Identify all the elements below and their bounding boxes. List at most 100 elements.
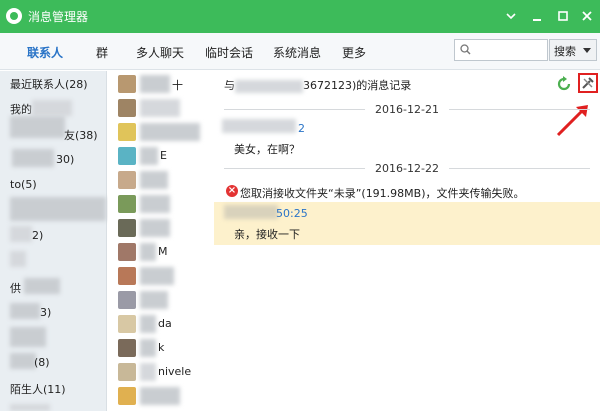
contact-name: E bbox=[160, 149, 167, 162]
list-item[interactable]: 十 bbox=[118, 73, 213, 97]
list-item[interactable]: k bbox=[118, 337, 213, 361]
search-button[interactable]: 搜索 bbox=[549, 39, 597, 61]
list-item[interactable] bbox=[118, 121, 213, 145]
avatar bbox=[118, 363, 136, 381]
message-sender: 50:25 bbox=[276, 207, 308, 220]
redaction-blur bbox=[10, 404, 50, 411]
title-bar: 消息管理器 bbox=[0, 0, 600, 33]
contact-name: M bbox=[158, 245, 168, 258]
redaction-blur bbox=[140, 267, 174, 285]
redaction-blur bbox=[140, 387, 180, 405]
sidebar-item-strangers[interactable]: 陌生人(11) bbox=[10, 381, 66, 397]
caret-down-icon[interactable] bbox=[583, 48, 591, 53]
redaction-blur bbox=[140, 195, 170, 213]
avatar bbox=[118, 339, 136, 357]
tab-more[interactable]: 更多 bbox=[342, 44, 366, 61]
avatar bbox=[118, 75, 136, 93]
settings-tool-icon[interactable] bbox=[578, 73, 598, 93]
date-divider: 2016-12-22 bbox=[224, 162, 590, 175]
redaction-blur bbox=[140, 339, 156, 357]
list-item[interactable]: M bbox=[118, 241, 213, 265]
error-icon: × bbox=[226, 185, 238, 197]
tab-multi-chat[interactable]: 多人聊天 bbox=[136, 44, 184, 61]
maximize-icon[interactable] bbox=[552, 5, 574, 27]
redaction-blur bbox=[10, 226, 32, 242]
redaction-blur bbox=[140, 147, 158, 165]
avatar bbox=[118, 99, 136, 117]
avatar bbox=[118, 123, 136, 141]
redaction-blur bbox=[12, 149, 54, 167]
tab-contacts[interactable]: 联系人 bbox=[27, 44, 63, 61]
chat-header: 与 3672123)的消息记录 bbox=[214, 71, 600, 97]
list-item[interactable] bbox=[118, 289, 213, 313]
sidebar-item-group-3[interactable]: 3) bbox=[40, 306, 51, 319]
sidebar-item-group-8[interactable]: (8) bbox=[34, 356, 50, 369]
contact-name: 十 bbox=[172, 79, 183, 92]
history-title: 与 3672123)的消息记录 bbox=[224, 77, 411, 93]
tab-groups[interactable]: 群 bbox=[96, 44, 108, 61]
message-history-pane: 与 3672123)的消息记录 2016-12-21 2 美女，在啊？ 2016-… bbox=[214, 71, 600, 411]
redaction-blur bbox=[224, 205, 278, 219]
date-label: 2016-12-22 bbox=[365, 162, 449, 175]
redaction-blur bbox=[140, 123, 200, 141]
redaction-blur bbox=[10, 327, 46, 347]
contact-name: k bbox=[158, 341, 165, 354]
search-field[interactable] bbox=[454, 39, 548, 61]
list-item[interactable] bbox=[118, 265, 213, 289]
redaction-blur bbox=[140, 363, 156, 381]
history-title-prefix: 与 bbox=[224, 79, 235, 92]
redaction-blur bbox=[140, 99, 180, 117]
sidebar-item-my[interactable]: 我的 bbox=[10, 101, 32, 117]
list-item[interactable]: da bbox=[118, 313, 213, 337]
close-icon[interactable] bbox=[576, 5, 598, 27]
search-input[interactable] bbox=[475, 42, 545, 58]
sidebar-item-friends[interactable]: 友(38) bbox=[64, 127, 98, 143]
message-text: 美女，在啊？ bbox=[234, 143, 300, 156]
redaction-blur bbox=[235, 79, 303, 93]
sidebar-item-recent[interactable]: 最近联系人(28) bbox=[10, 76, 88, 92]
avatar bbox=[118, 195, 136, 213]
refresh-icon[interactable] bbox=[556, 76, 572, 92]
contact-groups-sidebar: 最近联系人(28) 我的 友(38) 30) to(5) 2) 供 3) (8)… bbox=[0, 71, 107, 411]
redaction-blur bbox=[10, 303, 40, 319]
sidebar-item-supply[interactable]: 供 bbox=[10, 280, 21, 296]
contact-name: da bbox=[158, 317, 172, 330]
list-item[interactable] bbox=[118, 169, 213, 193]
qq-logo-icon bbox=[6, 8, 22, 24]
list-item[interactable]: E bbox=[118, 145, 213, 169]
contact-name: nivele bbox=[158, 365, 192, 378]
date-label: 2016-12-21 bbox=[365, 103, 449, 116]
redaction-blur bbox=[140, 171, 168, 189]
tab-system-messages[interactable]: 系统消息 bbox=[273, 44, 321, 61]
avatar bbox=[118, 243, 136, 261]
list-item[interactable] bbox=[118, 385, 213, 409]
message-text: 您取消接收文件夹“未录”(191.98MB)，文件夹传输失败。 bbox=[240, 187, 525, 200]
redaction-blur bbox=[222, 119, 296, 133]
list-item[interactable] bbox=[118, 97, 213, 121]
redaction-blur bbox=[140, 75, 170, 93]
redaction-blur bbox=[24, 278, 60, 294]
search-icon bbox=[460, 44, 471, 55]
search-button-label: 搜索 bbox=[554, 45, 576, 58]
redaction-blur bbox=[140, 291, 168, 309]
redaction-blur bbox=[140, 315, 156, 333]
redaction-blur bbox=[10, 116, 65, 138]
sidebar-item-group-2[interactable]: 2) bbox=[32, 229, 43, 242]
redaction-blur bbox=[10, 251, 26, 267]
list-item[interactable] bbox=[118, 217, 213, 241]
date-divider: 2016-12-21 bbox=[224, 103, 590, 116]
avatar bbox=[118, 387, 136, 405]
avatar bbox=[118, 171, 136, 189]
sidebar-item-to[interactable]: to(5) bbox=[10, 178, 37, 191]
avatar bbox=[118, 147, 136, 165]
avatar bbox=[118, 291, 136, 309]
list-item[interactable]: nivele bbox=[118, 361, 213, 385]
tab-temp-session[interactable]: 临时会话 bbox=[205, 44, 253, 61]
message-sender: 2 bbox=[298, 122, 305, 135]
avatar bbox=[118, 267, 136, 285]
sidebar-item-group-30[interactable]: 30) bbox=[56, 153, 74, 166]
chevron-down-icon[interactable] bbox=[500, 5, 522, 27]
list-item[interactable] bbox=[118, 193, 213, 217]
redaction-blur bbox=[10, 353, 36, 369]
minimize-icon[interactable] bbox=[526, 5, 548, 27]
